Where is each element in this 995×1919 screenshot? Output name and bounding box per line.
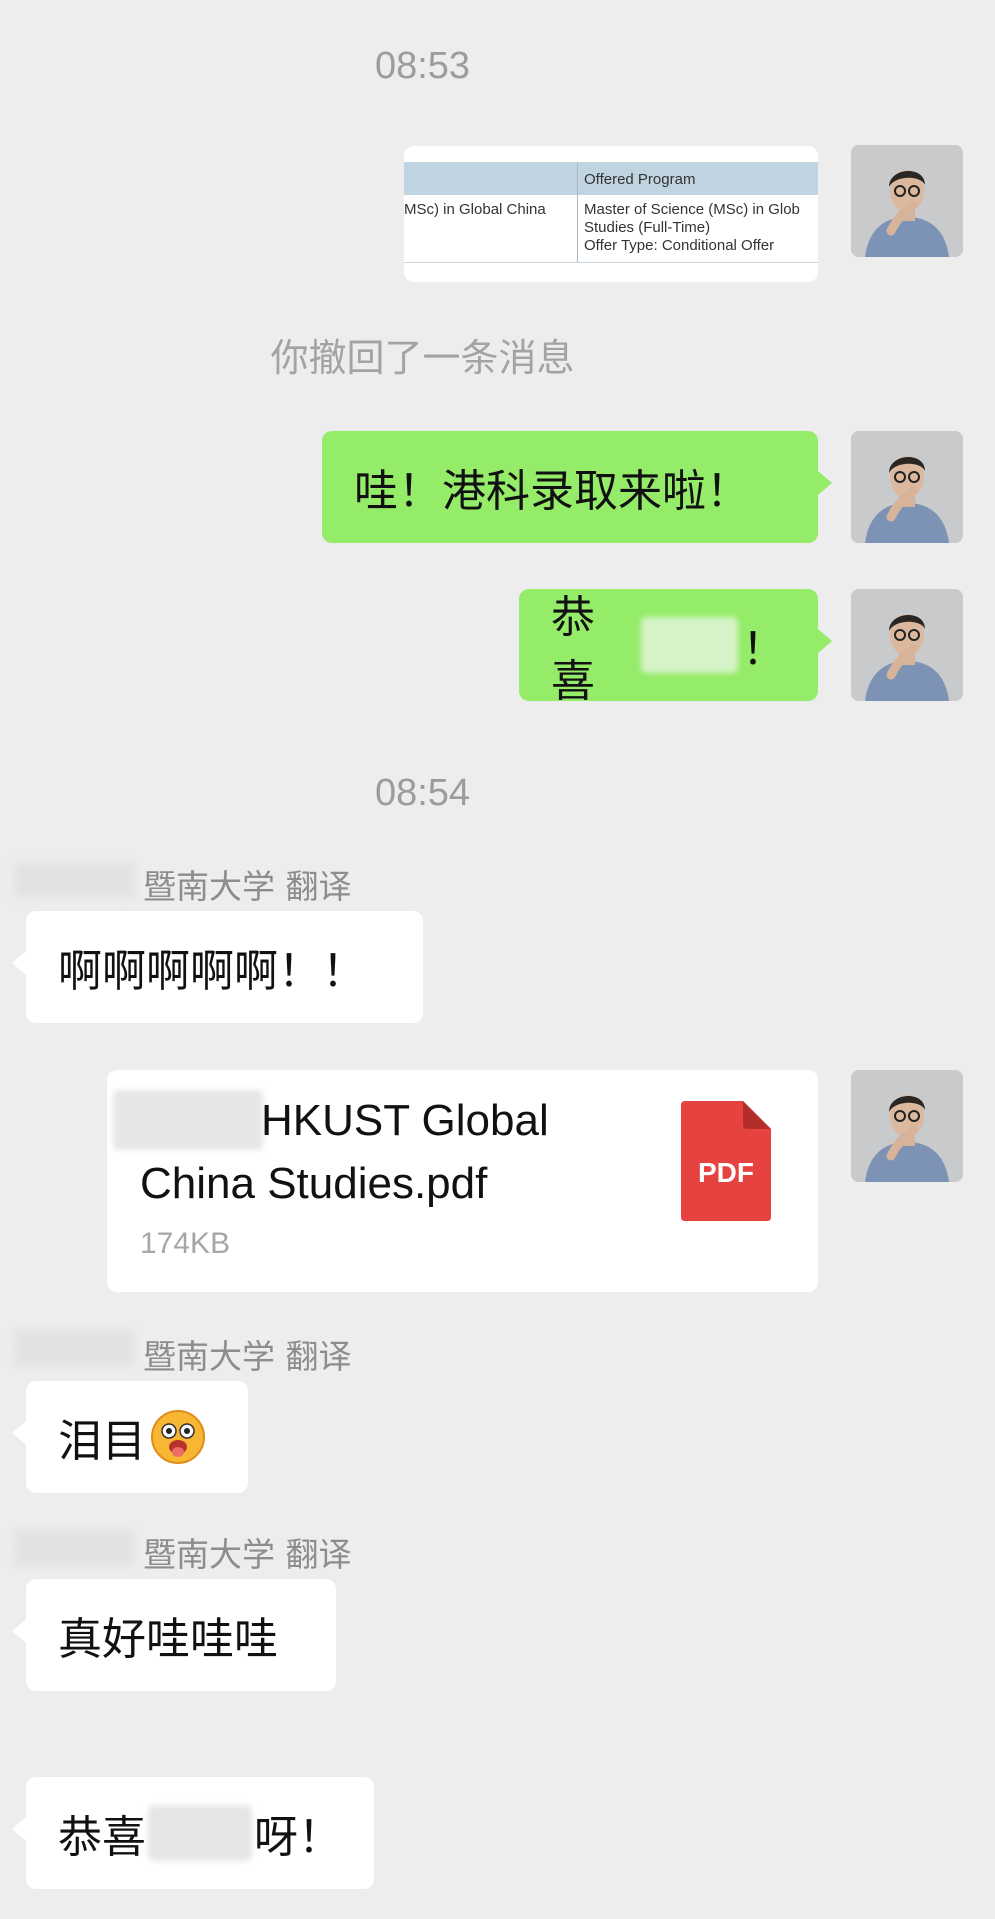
bubble-tail	[12, 1421, 26, 1445]
self-message-bubble[interactable]: 哇！港科录取来啦！	[322, 431, 832, 543]
bubble-tail	[818, 629, 832, 653]
offer-table-cell: Master of Science (MSc) in Glob	[584, 201, 800, 218]
message-text: 呀！	[254, 1812, 342, 1863]
file-name: HKUST Global	[261, 1096, 549, 1145]
message-text: 恭喜	[551, 592, 595, 707]
avatar[interactable]	[851, 1070, 963, 1182]
offer-table-cell: MSc) in Global China	[404, 201, 546, 218]
redacted-sender-name	[14, 1530, 134, 1566]
bubble-tail	[12, 1619, 26, 1643]
redacted-name	[148, 1805, 252, 1861]
message-text: 哇！港科录取来啦！	[354, 466, 750, 517]
sender-label: 暨南大学 翻译	[143, 1535, 352, 1574]
recall-notice: 你撤回了一条消息	[270, 336, 575, 380]
avatar[interactable]	[851, 589, 963, 701]
pdf-icon-label: PDF	[698, 1157, 754, 1188]
offer-table-cell: Offer Type: Conditional Offer	[584, 237, 775, 254]
file-message[interactable]: HKUST Global China Studies.pdf 174KB PDF	[107, 1070, 818, 1292]
message-text: 真好哇哇哇	[58, 1614, 278, 1665]
message-text: 恭喜	[58, 1812, 146, 1863]
timestamp: 08:53	[374, 45, 471, 87]
avatar[interactable]	[851, 145, 963, 257]
person-portrait-icon	[851, 145, 963, 257]
sender-label: 暨南大学 翻译	[143, 867, 352, 906]
message-text: 泪目	[58, 1416, 146, 1467]
message-text: 啊啊啊啊啊！！	[58, 946, 366, 997]
pdf-file-icon: PDF	[681, 1101, 771, 1221]
person-portrait-icon	[851, 589, 963, 701]
message-text: ！	[742, 624, 786, 675]
person-portrait-icon	[851, 1070, 963, 1182]
offer-table-header: Offered Program	[584, 171, 696, 188]
tongue-out-emoji-icon	[151, 1410, 205, 1464]
file-name: China Studies.pdf	[140, 1159, 488, 1208]
file-size: 174KB	[140, 1227, 231, 1260]
other-message-bubble[interactable]: 真好哇哇哇	[12, 1579, 336, 1691]
bubble-tail	[12, 1817, 26, 1841]
offer-table-cell: Studies (Full-Time)	[584, 219, 711, 236]
bubble-tail	[818, 471, 832, 495]
sender-label: 暨南大学 翻译	[143, 1337, 352, 1376]
other-message-bubble[interactable]: 泪目	[12, 1381, 248, 1493]
redacted-name	[640, 617, 738, 673]
bubble-tail	[12, 951, 26, 975]
other-message-bubble[interactable]: 恭喜 呀！	[12, 1777, 374, 1889]
redacted-sender-name	[14, 862, 134, 898]
person-portrait-icon	[851, 431, 963, 543]
redacted-filename-part	[113, 1090, 263, 1150]
other-message-bubble[interactable]: 啊啊啊啊啊！！	[12, 911, 423, 1023]
avatar[interactable]	[851, 431, 963, 543]
offer-image-message[interactable]: Offered Program MSc) in Global China Mas…	[404, 146, 818, 282]
timestamp: 08:54	[374, 772, 471, 814]
self-message-bubble[interactable]: 恭喜 ！	[519, 589, 832, 707]
redacted-sender-name	[14, 1330, 134, 1366]
